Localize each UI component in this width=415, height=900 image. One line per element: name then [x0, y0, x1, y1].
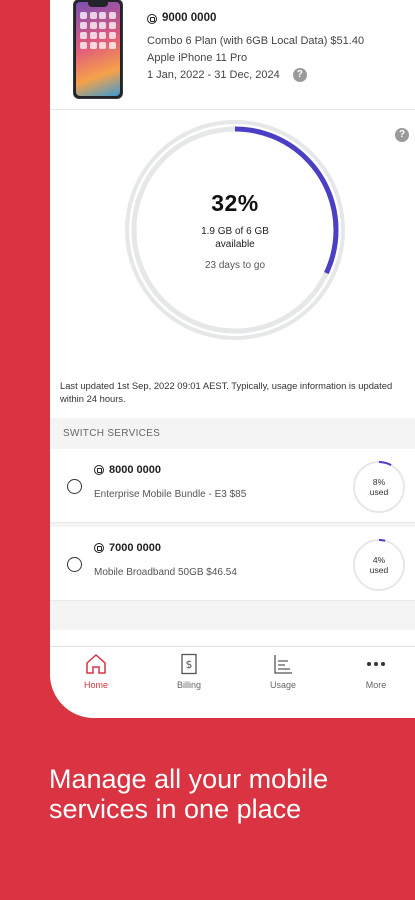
service-radio[interactable]	[67, 557, 82, 572]
plan-dates: 1 Jan, 2022 - 31 Dec, 2024	[147, 69, 280, 81]
usage-help-icon[interactable]: ?	[395, 128, 409, 142]
plan-number: 9000 0000	[162, 12, 217, 24]
device-image	[74, 0, 122, 98]
service-radio[interactable]	[67, 479, 82, 494]
usage-panel: ? 32% 1.9 GB of 6 GB available 23 days t…	[50, 111, 415, 404]
plan-card[interactable]: 9000 0000 Combo 6 Plan (with 6GB Local D…	[50, 0, 415, 110]
svg-text:$: $	[186, 658, 193, 671]
tab-more[interactable]: More	[330, 653, 415, 690]
usage-chart-icon	[274, 655, 292, 674]
tab-billing[interactable]: $ Billing	[143, 653, 235, 690]
more-dots-icon	[367, 662, 385, 666]
last-updated-note: Last updated 1st Sep, 2022 09:01 AEST. T…	[60, 380, 393, 404]
service-usage-percent: 8%	[372, 477, 386, 487]
sim-icon	[94, 543, 104, 553]
home-icon	[86, 653, 106, 674]
device-name: Apple iPhone 11 Pro	[147, 52, 248, 64]
sim-icon	[147, 13, 157, 24]
bottom-tab-bar: Home $ Billing Usage More	[50, 646, 415, 718]
switch-services: SWITCH SERVICES 8000 0000 Enterprise Mob…	[50, 418, 415, 630]
tab-label: Home	[83, 680, 108, 690]
plan-details: 9000 0000 Combo 6 Plan (with 6GB Local D…	[147, 10, 364, 84]
tab-home[interactable]: Home	[50, 653, 142, 690]
service-number: 7000 0000	[109, 542, 161, 554]
section-title: SWITCH SERVICES	[63, 428, 161, 439]
service-item[interactable]: 7000 0000 Mobile Broadband 50GB $46.54 4…	[50, 527, 415, 601]
service-description: Enterprise Mobile Bundle - E3 $85	[94, 489, 247, 500]
service-number: 8000 0000	[109, 464, 161, 476]
tab-label: More	[365, 680, 387, 690]
sim-icon	[94, 465, 104, 475]
days-to-go: 23 days to go	[204, 259, 266, 271]
service-used-label: used	[369, 487, 389, 497]
bill-icon: $	[181, 653, 197, 675]
plan-name: Combo 6 Plan (with 6GB Local Data) $51.4…	[147, 35, 365, 47]
data-available: 1.9 GB of 6 GB available	[201, 225, 269, 250]
service-description: Mobile Broadband 50GB $46.54	[94, 567, 237, 578]
tab-usage[interactable]: Usage	[237, 653, 329, 690]
tab-label: Billing	[176, 680, 201, 690]
usage-percent: 32%	[211, 189, 259, 216]
service-used-label: used	[369, 565, 389, 575]
service-item[interactable]: 8000 0000 Enterprise Mobile Bundle - E3 …	[50, 449, 415, 523]
phone-screen: 9000 0000 Combo 6 Plan (with 6GB Local D…	[50, 0, 415, 718]
promo-tagline: Manage all your mobile services in one p…	[49, 764, 329, 824]
help-icon[interactable]: ?	[292, 68, 307, 83]
service-usage-percent: 4%	[372, 555, 386, 565]
tab-label: Usage	[269, 680, 296, 690]
